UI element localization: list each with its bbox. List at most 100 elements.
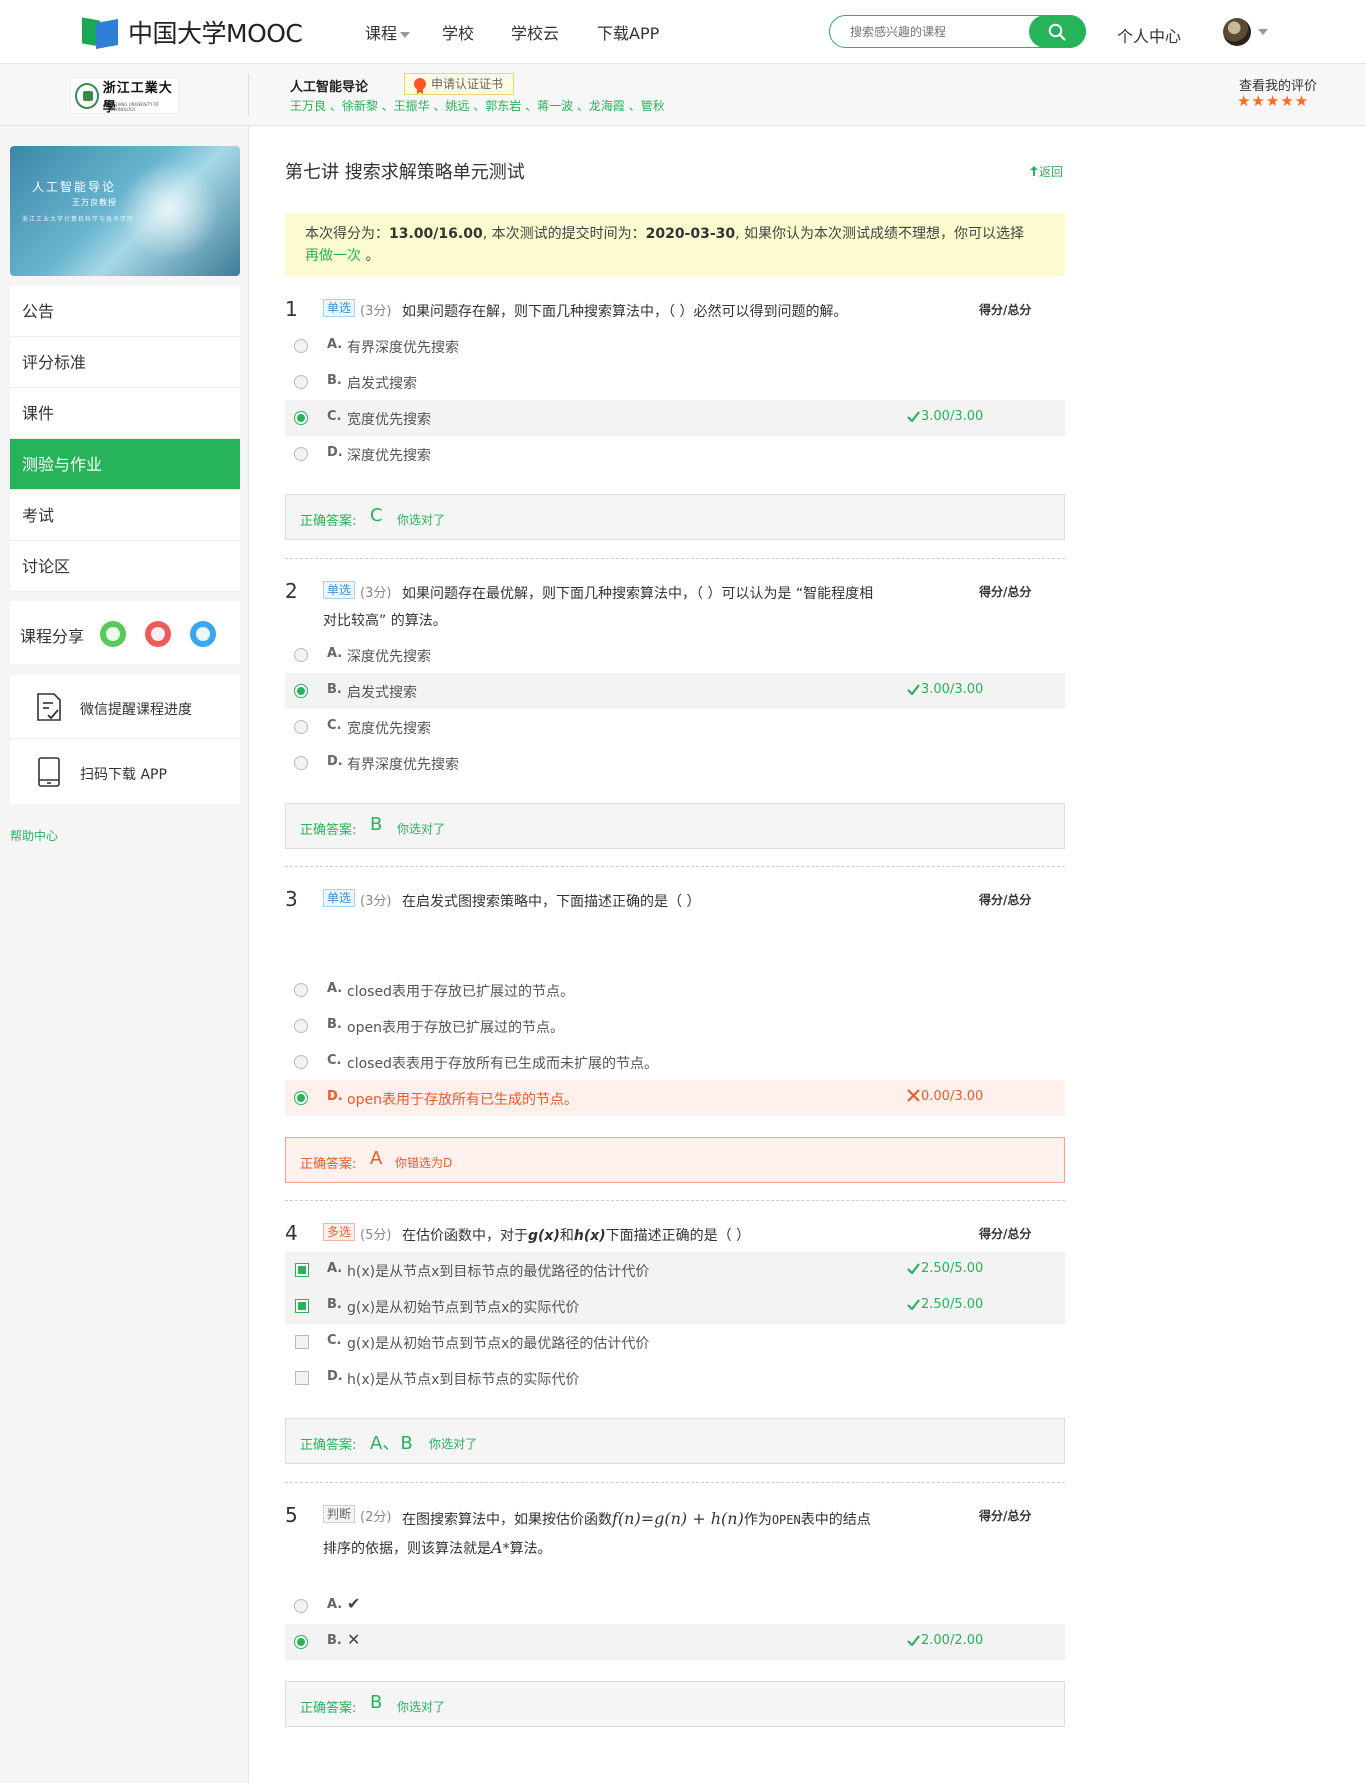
option-a[interactable]: A. closed表用于存放已扩展过的节点。 [285,972,1065,1008]
score-header: 得分/总分 [979,1509,1032,1523]
radio-button[interactable] [294,447,308,461]
radio-button[interactable] [294,1019,308,1033]
checkbox-checked[interactable] [295,1299,309,1313]
sidebar-item-courseware[interactable]: 课件 [10,388,240,439]
question-3: 3 单选 (3分) 在启发式图搜索策略中，下面描述正确的是（ ） 得分/总分 A… [285,887,1065,1184]
radio-button[interactable] [294,375,308,389]
question-text: 在启发式图搜索策略中，下面描述正确的是（ ） [402,894,701,910]
question-number: 1 [285,297,298,321]
answer-value: C [370,505,383,526]
teacher-list[interactable]: 王万良 、徐新黎 、王振华 、姚远 、郭东岩 、蒋一波 、龙海霞 、管秋 [290,97,665,114]
check-icon [907,1299,920,1311]
question-points: (3分) [360,894,392,909]
weibo-icon[interactable] [145,621,171,647]
option-score: 3.00/3.00 [907,409,983,424]
correct-answer-box: 正确答案: C 你选对了 [285,494,1065,540]
option-c[interactable]: C. 宽度优先搜索 [285,709,1065,745]
radio-button-selected[interactable] [294,1635,308,1649]
option-score: 2.00/2.00 [907,1633,983,1648]
apply-certificate-button[interactable]: 申请认证证书 [404,73,515,95]
sidebar-item-exams[interactable]: 考试 [10,490,240,541]
nav-download-app[interactable]: 下载APP [597,20,659,44]
radio-button-selected[interactable] [294,411,308,425]
correct-answer-box: 正确答案: B 你选对了 [285,803,1065,849]
answer-value: B [370,814,383,835]
option-true[interactable]: A. ✔ [285,1588,1065,1624]
nav-school-cloud[interactable]: 学校云 [511,20,559,44]
check-icon [907,1635,920,1647]
correct-answer-box: 正确答案: B 你选对了 [285,1681,1065,1727]
share-label: 课程分享 [20,627,85,646]
option-d[interactable]: D. 有界深度优先搜索 [285,745,1065,781]
sidebar-item-grading-criteria[interactable]: 评分标准 [10,337,240,388]
nav-schools[interactable]: 学校 [442,20,474,44]
page-title: 第七讲 搜索求解策略单元测试 [285,162,525,183]
nav-courses[interactable]: 课程 [365,20,411,44]
question-5: 5 判断 (2分) 在图搜索算法中，如果按估价函数f(n)=g(n) + h(n… [285,1503,1065,1728]
question-1: 1 单选 (3分) 如果问题存在解，则下面几种搜索算法中，（ ）必然可以得到问题… [285,297,1065,540]
search-button[interactable] [1029,15,1086,48]
option-b[interactable]: B. 启发式搜索 [285,364,1065,400]
option-c[interactable]: C. closed表表用于存放所有已生成而未扩展的节点。 [285,1044,1065,1080]
checkbox[interactable] [295,1371,309,1385]
option-a[interactable]: A. 深度优先搜索 [285,637,1065,673]
question-points: (3分) [360,304,392,319]
option-b[interactable]: B. open表用于存放已扩展过的节点。 [285,1008,1065,1044]
radio-button[interactable] [294,720,308,734]
radio-button[interactable] [294,648,308,662]
help-center-link[interactable]: 帮助中心 [10,827,58,844]
checkbox-checked[interactable] [295,1263,309,1277]
mooc-logo[interactable]: 中国大学MOOC [82,16,303,49]
wechat-reminder-item[interactable]: 微信提醒课程进度 [10,675,240,739]
option-d[interactable]: D. 深度优先搜索 [285,436,1065,472]
cross-icon: ✕ [347,1630,361,1649]
school-logo[interactable]: 浙江工業大學 ZHEJIANG UNIVERSITY OF TECHNOLOGY [70,77,179,115]
question-type-badge: 单选 [323,299,356,317]
radio-button[interactable] [294,983,308,997]
option-c[interactable]: C. 宽度优先搜索 3.00/3.00 [285,400,1065,436]
back-link[interactable]: 返回 [1029,163,1063,180]
option-d[interactable]: D. open表用于存放所有已生成的节点。 0.00/3.00 [285,1080,1065,1116]
radio-button-selected[interactable] [294,684,308,698]
checkmark-icon: ✔ [347,1594,361,1613]
question-separator [285,866,1065,867]
radio-button-selected[interactable] [294,1091,308,1105]
question-points: (5分) [360,1228,392,1243]
chevron-down-icon[interactable] [1258,29,1268,35]
qq-icon[interactable] [190,621,216,647]
question-number: 3 [285,887,298,911]
question-4: 4 多选 (5分) 在估价函数中，对于g(x)和h(x)下面描述正确的是（ ） … [285,1221,1065,1464]
option-d[interactable]: D. h(x)是从节点x到目标节点的实际代价 [285,1360,1065,1396]
correct-answer-box: 正确答案: A 你错选为D [285,1137,1065,1183]
radio-button[interactable] [294,756,308,770]
answer-value: A、B [370,1433,413,1454]
option-false[interactable]: B. ✕ 2.00/2.00 [285,1624,1065,1660]
radio-button[interactable] [294,339,308,353]
search-input[interactable] [850,23,1020,41]
answer-note: 你选对了 [397,513,446,527]
option-b[interactable]: B. 启发式搜索 3.00/3.00 [285,673,1065,709]
avatar[interactable] [1223,18,1251,46]
radio-button[interactable] [294,1055,308,1069]
correct-answer-box: 正确答案: A、B 你选对了 [285,1418,1065,1464]
answer-value: B [370,1692,383,1713]
sidebar-item-quizzes[interactable]: 测验与作业 [10,439,240,490]
answer-note: 你错选为D [395,1156,453,1170]
option-score: 0.00/3.00 [907,1089,983,1104]
option-a[interactable]: A. h(x)是从节点x到目标节点的最优路径的估计代价 2.50/5.00 [285,1252,1065,1288]
option-a[interactable]: A. 有界深度优先搜索 [285,328,1065,364]
option-c[interactable]: C. g(x)是从初始节点到节点x的最优路径的估计代价 [285,1324,1065,1360]
user-center-link[interactable]: 个人中心 [1117,23,1181,47]
checkbox[interactable] [295,1335,309,1349]
wechat-icon[interactable] [100,621,126,647]
rating-stars[interactable]: ★★★★★ [1237,92,1309,110]
redo-link[interactable]: 再做一次 [305,248,361,264]
option-b[interactable]: B. g(x)是从初始节点到节点x的实际代价 2.50/5.00 [285,1288,1065,1324]
radio-button[interactable] [294,1599,308,1613]
sidebar-item-discussion[interactable]: 讨论区 [10,541,240,592]
course-title[interactable]: 人工智能导论 [290,76,368,95]
sidebar-item-announcements[interactable]: 公告 [10,286,240,337]
sidebar-tools: 微信提醒课程进度 扫码下载 APP [10,675,240,804]
download-app-item[interactable]: 扫码下载 APP [10,740,240,804]
chevron-down-icon [400,31,411,38]
